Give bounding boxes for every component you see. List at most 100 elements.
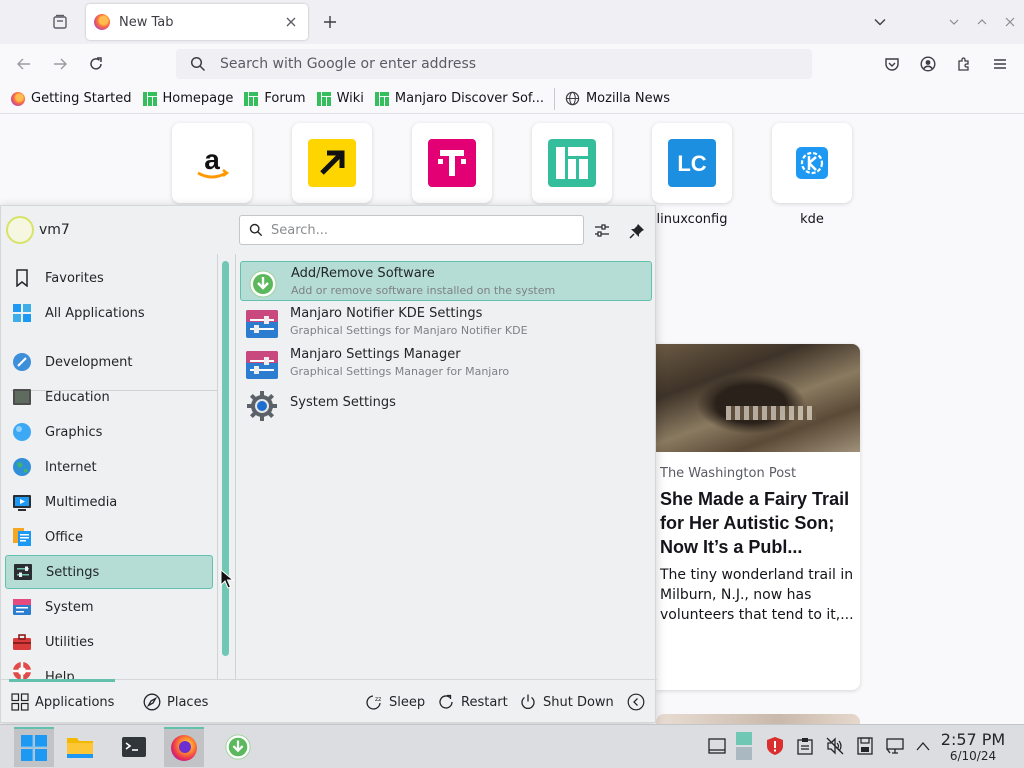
tab-applications[interactable]: Applications — [11, 690, 114, 714]
story-headline[interactable]: She Made a Fairy Trail for Her Autistic … — [660, 487, 854, 559]
category-settings[interactable]: Settings — [5, 555, 213, 589]
category-internet[interactable]: Internet — [5, 450, 213, 484]
close-icon — [1005, 17, 1015, 27]
tray-firewall[interactable] — [764, 735, 786, 757]
arrow-right-icon — [54, 58, 67, 70]
maximize-button[interactable] — [968, 8, 996, 36]
category-label: Office — [45, 529, 83, 545]
tray-show-desktop[interactable] — [706, 735, 728, 757]
close-window-button[interactable] — [996, 8, 1024, 36]
svg-text:zz: zz — [375, 696, 381, 703]
account-button[interactable] — [914, 50, 942, 78]
top-site-manjaro[interactable] — [532, 123, 612, 203]
category-list: Favorites All Applications Development E… — [5, 261, 217, 682]
app-manjaro-settings-manager[interactable]: Manjaro Settings Manager Graphical Setti… — [240, 343, 652, 383]
reload-button[interactable] — [82, 50, 110, 78]
pin-icon — [629, 224, 644, 239]
mouse-cursor-icon — [220, 569, 234, 589]
grid-icon — [11, 693, 29, 711]
manjaro-icon — [374, 91, 390, 107]
development-icon — [11, 351, 33, 373]
category-utilities[interactable]: Utilities — [5, 625, 213, 659]
tray-disks[interactable] — [854, 735, 876, 757]
tab-places[interactable]: Places — [143, 690, 208, 714]
top-site-arrow[interactable] — [292, 123, 372, 203]
sleep-button[interactable]: zz Sleep — [365, 690, 425, 714]
back-button[interactable] — [10, 50, 38, 78]
restart-button[interactable]: Restart — [437, 690, 508, 714]
puzzle-icon — [958, 57, 969, 71]
new-tab-button[interactable] — [316, 8, 344, 36]
tab-label: Places — [167, 694, 209, 710]
bookmark-forum[interactable]: Forum — [243, 91, 306, 107]
configure-button[interactable] — [589, 218, 615, 244]
category-label: Graphics — [45, 424, 103, 440]
chevron-left-icon — [627, 693, 645, 711]
column-divider — [235, 254, 236, 679]
download-icon — [225, 734, 251, 760]
category-office[interactable]: Office — [5, 520, 213, 554]
taskbar-terminal[interactable] — [114, 727, 154, 767]
category-graphics[interactable]: Graphics — [5, 415, 213, 449]
leave-menu-button[interactable] — [627, 690, 651, 714]
menu-button[interactable] — [986, 50, 1014, 78]
category-scroll-divider — [217, 254, 218, 679]
multimedia-icon — [11, 491, 33, 513]
search-input[interactable]: Search... — [271, 223, 328, 238]
clock-time[interactable]: 2:57 PM — [938, 730, 1008, 749]
close-tab-button[interactable] — [282, 13, 300, 31]
kde-icon — [796, 147, 828, 179]
application-launcher-button[interactable] — [14, 727, 54, 767]
bookmark-label: Manjaro Discover Sof... — [394, 91, 544, 106]
launcher-header: vm7 Search... — [1, 206, 657, 254]
story-source: The Washington Post — [660, 466, 797, 481]
tray-volume[interactable] — [824, 735, 846, 757]
top-site-telekom[interactable] — [412, 123, 492, 203]
top-site-linuxconfig[interactable]: LC — [652, 123, 732, 203]
category-scrollbar[interactable] — [222, 261, 229, 656]
app-manjaro-notifier-kde-settings[interactable]: Manjaro Notifier KDE Settings Graphical … — [240, 302, 652, 342]
url-bar[interactable]: Search with Google or enter address — [176, 49, 812, 79]
tray-pager[interactable] — [734, 731, 754, 761]
clock-date[interactable]: 6/10/24 — [938, 749, 1008, 763]
bookmark-mozilla-news[interactable]: Mozilla News — [565, 91, 670, 107]
forward-button[interactable] — [46, 50, 74, 78]
shut-down-button[interactable]: Shut Down — [519, 690, 614, 714]
category-development[interactable]: Development — [5, 345, 213, 379]
pocket-button[interactable] — [878, 50, 906, 78]
sleep-icon: zz — [365, 693, 383, 711]
tray-expand-button[interactable] — [912, 735, 934, 757]
category-favorites[interactable]: Favorites — [5, 261, 213, 295]
tab-new-tab[interactable]: New Tab — [86, 4, 308, 40]
tray-network[interactable] — [884, 735, 906, 757]
taskbar-file-manager[interactable] — [60, 727, 100, 767]
top-site-amazon[interactable]: a — [172, 123, 252, 203]
category-all-applications[interactable]: All Applications — [5, 296, 213, 330]
app-add-remove-software[interactable]: Add/Remove Software Add or remove softwa… — [240, 261, 652, 301]
app-system-settings[interactable]: System Settings — [240, 384, 652, 424]
list-all-tabs-button[interactable] — [866, 8, 894, 36]
bookmark-homepage[interactable]: Homepage — [142, 91, 233, 107]
tray-clipboard[interactable] — [794, 735, 816, 757]
category-multimedia[interactable]: Multimedia — [5, 485, 213, 519]
category-system[interactable]: System — [5, 590, 213, 624]
download-icon — [247, 268, 279, 300]
clipboard-icon — [797, 738, 813, 755]
story-card[interactable]: The Washington Post She Made a Fairy Tra… — [656, 344, 860, 690]
bookmark-manjaro-discover[interactable]: Manjaro Discover Sof... — [374, 91, 544, 107]
extensions-button[interactable] — [950, 50, 978, 78]
pin-button[interactable] — [624, 218, 650, 244]
category-education[interactable]: Education — [5, 380, 213, 414]
firefox-view-button[interactable] — [46, 8, 74, 36]
arrow-icon — [308, 139, 356, 187]
url-input[interactable]: Search with Google or enter address — [220, 56, 476, 72]
taskbar-firefox[interactable] — [164, 727, 204, 767]
avatar[interactable] — [6, 216, 34, 244]
bookmarks-toolbar: Getting Started Homepage Forum Wiki Manj… — [0, 84, 1024, 114]
bookmark-getting-started[interactable]: Getting Started — [10, 91, 132, 107]
launcher-search-field[interactable]: Search... — [239, 215, 584, 245]
bookmark-wiki[interactable]: Wiki — [316, 91, 364, 107]
minimize-button[interactable] — [940, 8, 968, 36]
taskbar-add-remove-software[interactable] — [218, 727, 258, 767]
top-site-kde[interactable] — [772, 123, 852, 203]
